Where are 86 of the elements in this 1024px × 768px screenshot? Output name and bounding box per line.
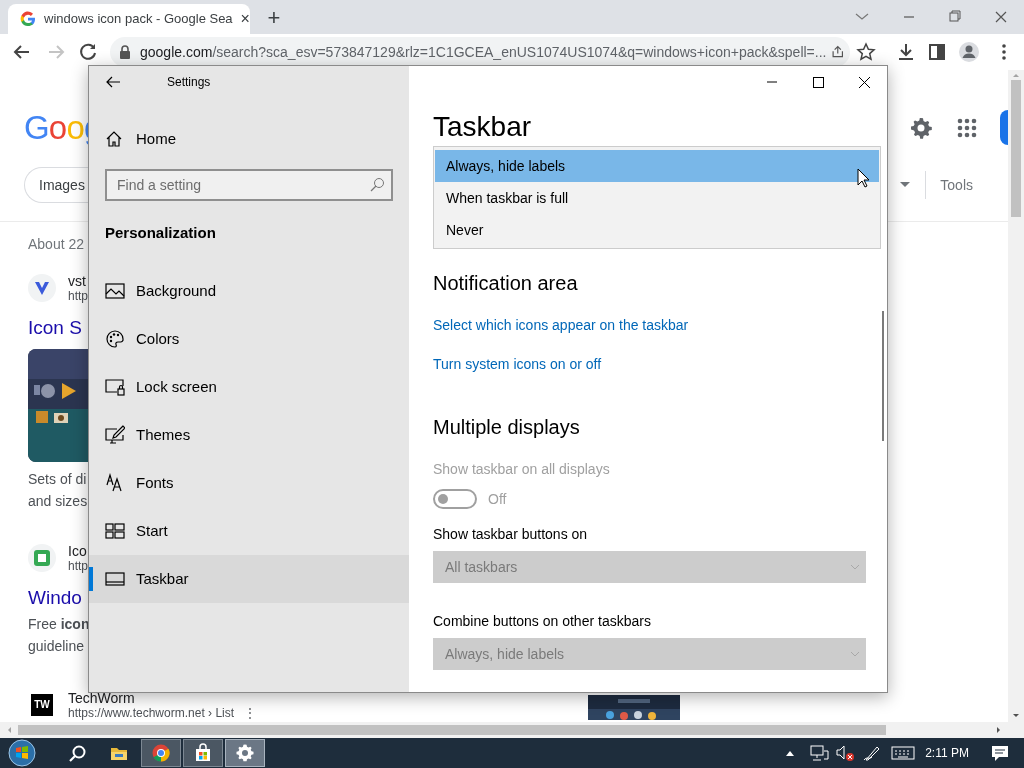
shopping-bag-icon [193,743,213,763]
menu-option[interactable]: Always, hide labels [435,150,879,182]
picture-icon [105,281,125,301]
site-name: vst [68,273,87,289]
setting-label: Show taskbar buttons on [433,525,589,544]
site-url: http [68,559,88,573]
tools-button[interactable]: Tools [940,174,973,196]
site-name: TechWorm [68,690,136,706]
gear-icon [235,743,255,763]
tab-title: windows icon pack - Google Sea [44,10,233,29]
url-host: google.com [140,43,213,60]
url-path: /search?sca_esv=573847129&rlz=1C1GCEA_enUS1074US1074&q=windows+icon+pack&spell=... [212,43,827,60]
search-icon [369,177,385,193]
chevron-down-icon [850,650,860,658]
result-title-link[interactable]: Windo [28,586,82,610]
profile-icon[interactable] [958,41,980,63]
chevron-down-icon [850,563,860,571]
new-tab-button[interactable]: + [262,6,286,30]
letters-icon [105,473,125,493]
side-panel-icon[interactable] [928,43,946,61]
lock-icon [118,45,132,59]
clock-text[interactable]: 2:11 PM [925,744,969,762]
address-bar[interactable]: google.com/search?sca_esv=573847129&rlz=1C1GCEA_enUS1074US1074&q=windows+icon+pack&spell=... [110,37,850,67]
download-icon[interactable] [896,42,916,62]
more-options-button[interactable]: ⋮ [244,706,257,720]
page-title: Taskbar [433,112,533,142]
taskbar-icon [105,569,125,589]
site-url: http [68,289,88,303]
site-logo: TW [31,694,53,716]
speaker-muted-icon[interactable] [835,744,856,762]
result-title-link[interactable]: Icon S [28,316,82,340]
notification-icon[interactable] [991,744,1009,762]
caret-up-icon[interactable] [785,749,796,757]
scrollbar-thumb[interactable] [18,725,886,735]
nav-item[interactable]: Start [89,507,409,555]
browser-tab[interactable]: windows icon pack - Google Sea × [8,4,250,34]
star-icon[interactable] [856,42,876,62]
palette-icon [105,329,125,349]
nav-item[interactable]: Taskbar [89,555,409,603]
caret-down-icon[interactable] [900,182,911,188]
dropdown: All taskbars [433,551,866,583]
section-heading: Personalization [104,223,217,243]
app-logo-icon [28,544,56,572]
site-url: https://www.techworm.net › List [68,706,235,720]
tiles-icon [105,521,125,541]
result-count: About 22 [28,235,85,254]
setting-label: Combine buttons on other taskbars [433,612,652,631]
selection-indicator [89,567,93,591]
v-logo-icon [28,274,56,302]
window-title: Settings [167,74,211,91]
lock-screen-icon [105,377,125,397]
snippet-text: and sizes [28,492,88,511]
settings-link[interactable]: Select which icons appear on the taskbar [433,315,689,335]
search-field[interactable]: Find a setting [105,169,393,201]
sign-in-button[interactable] [1000,110,1008,145]
toggle-state-text: Off [488,489,507,509]
menu-option[interactable]: Never [435,214,879,246]
search-icon [67,743,87,763]
nav-item[interactable]: Themes [89,411,409,459]
section-heading: Notification area [433,271,579,296]
back-icon[interactable] [105,74,121,90]
scrollbar-thumb[interactable] [1011,80,1021,217]
start-orb-icon[interactable] [7,738,37,768]
site-name: Ico [68,543,88,559]
snippet-text: Sets of di [28,470,87,489]
menu-option[interactable]: When taskbar is full [435,182,879,214]
nav-item[interactable]: Fonts [89,459,409,507]
mouse-cursor-icon [857,168,870,188]
google-icon [20,11,36,27]
keyboard-icon[interactable] [891,745,916,761]
taskbar-button[interactable] [183,739,223,767]
snippet-text: guideline [28,637,85,656]
section-heading: Multiple displays [433,415,581,440]
home-item[interactable]: Home [89,127,409,151]
nav-item[interactable]: Colors [89,315,409,363]
settings-link[interactable]: Turn system icons on or off [433,354,602,374]
nav-item[interactable]: Lock screen [89,363,409,411]
settings-icon[interactable] [909,115,933,140]
nav-item[interactable]: Background [89,267,409,315]
monitor-pen-icon [105,425,125,445]
browser-icon [151,743,171,763]
dropdown: Always, hide labels [433,638,866,670]
network-icon[interactable] [809,744,830,762]
setting-label: Show taskbar on all displays [433,460,611,479]
home-icon [105,130,123,148]
tab-close-button[interactable]: × [240,11,250,27]
